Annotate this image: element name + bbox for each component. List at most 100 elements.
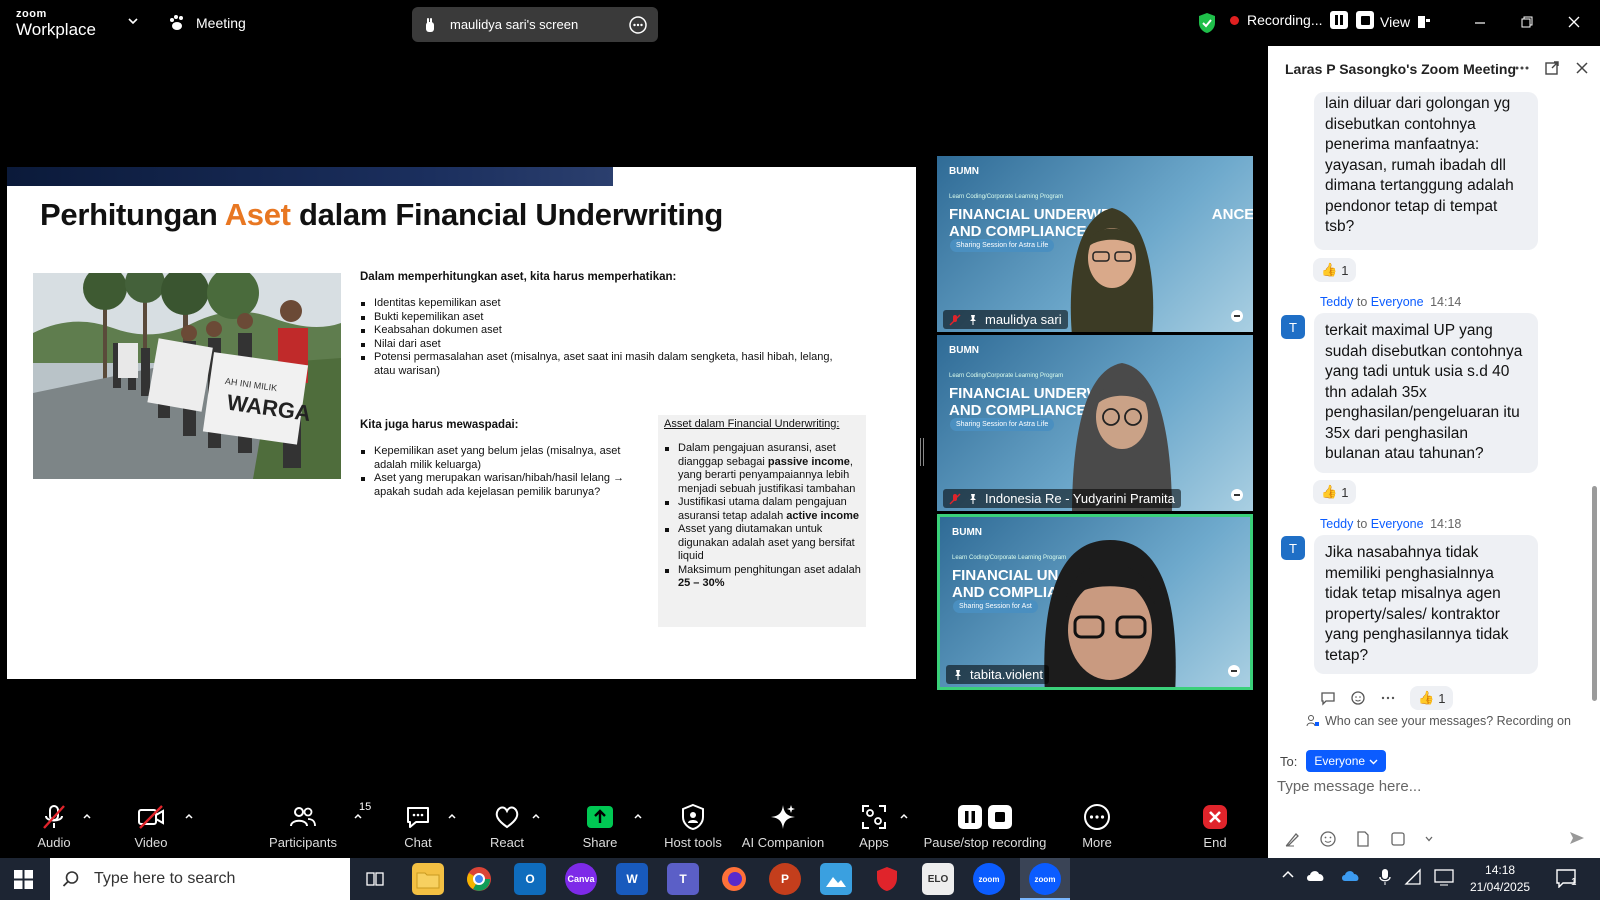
reaction-chip[interactable]: 👍 1 <box>1313 258 1357 282</box>
powerpoint-icon[interactable]: P <box>769 863 801 895</box>
recipient-row: To: Everyone <box>1280 750 1387 772</box>
host-tools-button[interactable]: Host tools <box>643 801 743 850</box>
sender-name[interactable]: Teddy <box>1320 295 1353 309</box>
more-options-icon[interactable] <box>1380 690 1396 706</box>
close-window-button[interactable] <box>1564 12 1584 32</box>
message-input[interactable] <box>1277 778 1577 795</box>
chevron-up-icon[interactable] <box>531 811 541 821</box>
chevron-up-icon[interactable] <box>633 811 643 821</box>
popout-icon[interactable] <box>1544 60 1560 76</box>
video-button[interactable]: Video <box>101 801 201 850</box>
display-icon[interactable] <box>1434 868 1454 886</box>
panel-splitter-handle[interactable] <box>920 438 924 466</box>
outlook-icon[interactable]: O <box>514 863 546 895</box>
minimize-window-button[interactable] <box>1470 12 1490 32</box>
teams-icon[interactable]: T <box>667 863 699 895</box>
tile-options-icon[interactable] <box>1228 665 1240 677</box>
chevron-up-icon[interactable] <box>899 811 909 821</box>
onedrive-business-icon[interactable] <box>1341 868 1361 882</box>
format-text-icon[interactable] <box>1284 830 1302 848</box>
video-tile-yudyarini[interactable]: BUMN Learn Coding/Corporate Learning Pro… <box>937 335 1253 511</box>
reaction-chip[interactable]: 👍 1 <box>1313 480 1357 504</box>
close-icon[interactable] <box>1574 60 1590 76</box>
view-menu[interactable]: View <box>1380 14 1431 30</box>
meeting-menu[interactable]: Meeting <box>168 14 246 32</box>
recipient-name: Everyone <box>1370 517 1424 531</box>
microphone-icon[interactable] <box>1378 868 1392 886</box>
asset-box-heading: Asset dalam Financial Underwriting: <box>664 418 840 430</box>
onedrive-personal-icon[interactable] <box>1306 868 1326 882</box>
restore-window-button[interactable] <box>1517 12 1537 32</box>
pause-stop-recording-button[interactable]: Pause/stop recording <box>920 801 1050 850</box>
photos-icon[interactable] <box>820 863 852 895</box>
audio-button[interactable]: Audio <box>4 801 104 850</box>
shield-icon <box>682 803 704 831</box>
bg-line: ANCE <box>1211 206 1253 223</box>
task-view-icon[interactable] <box>366 870 384 888</box>
people-lock-icon <box>1306 715 1319 727</box>
privacy-notice[interactable]: Who can see your messages? Recording on <box>1306 714 1571 728</box>
message-actions: 👍 1 <box>1320 686 1454 710</box>
logo-top-text: zoom <box>16 8 47 20</box>
reaction-chip[interactable]: 👍 1 <box>1410 686 1454 710</box>
security-shield-icon[interactable] <box>1197 12 1217 34</box>
send-icon[interactable] <box>1568 829 1586 847</box>
recipient-name: Everyone <box>1370 295 1424 309</box>
chevron-up-icon[interactable] <box>447 811 457 821</box>
tile-options-icon[interactable] <box>1231 489 1243 501</box>
chevron-down-icon[interactable] <box>126 14 140 28</box>
recipient-dropdown[interactable]: Everyone <box>1306 750 1387 772</box>
chat-icon <box>407 807 429 828</box>
chat-scrollbar[interactable] <box>1592 486 1597 701</box>
apps-button[interactable]: Apps <box>824 801 924 850</box>
chevron-down-icon[interactable] <box>1424 834 1434 844</box>
zoom-app-icon[interactable]: zoom <box>973 863 1005 895</box>
share-label: maulidya sari's screen <box>450 17 579 32</box>
chat-message-bubble: terkait maximal UP yang sudah disebutkan… <box>1314 313 1538 473</box>
system-clock[interactable]: 14:18 21/04/2025 <box>1470 862 1530 896</box>
network-icon[interactable] <box>1404 868 1422 886</box>
avatar[interactable]: T <box>1281 536 1305 560</box>
chat-button[interactable]: Chat <box>368 801 468 850</box>
react-button[interactable]: React <box>457 801 557 850</box>
avatar[interactable]: T <box>1281 315 1305 339</box>
more-options-icon[interactable] <box>1514 60 1530 76</box>
firefox-icon[interactable] <box>718 863 750 895</box>
stop-recording-button[interactable] <box>1356 11 1375 29</box>
video-tile-maulidya[interactable]: BUMN Learn Coding/Corporate Learning Pro… <box>937 156 1253 332</box>
canva-icon[interactable]: Canva <box>565 863 597 895</box>
share-button[interactable]: Share <box>550 801 650 850</box>
file-icon[interactable] <box>1354 830 1372 848</box>
emoji-icon[interactable] <box>1319 830 1337 848</box>
chrome-icon[interactable] <box>463 863 495 895</box>
chevron-up-icon[interactable] <box>1281 868 1295 882</box>
windows-start-icon[interactable] <box>14 870 33 889</box>
participant-figure <box>1072 363 1172 511</box>
share-indicator-pill[interactable]: maulidya sari's screen <box>412 7 658 42</box>
tile-options-icon[interactable] <box>1231 310 1243 322</box>
reply-icon[interactable] <box>1320 690 1336 706</box>
zoom-workplace-app-icon[interactable]: zoom <box>1029 863 1061 895</box>
sender-name[interactable]: Teddy <box>1320 517 1353 531</box>
list-item: Keabsahan dokumen aset <box>360 324 840 338</box>
notification-center-button[interactable]: 1 <box>1555 868 1581 890</box>
chevron-up-icon[interactable] <box>184 811 194 821</box>
add-reaction-icon[interactable] <box>1350 690 1366 706</box>
end-meeting-button[interactable]: End <box>1165 801 1265 850</box>
video-tile-tabita-active-speaker[interactable]: BUMN Learn Coding/Corporate Learning Pro… <box>937 514 1253 690</box>
chevron-up-icon[interactable] <box>353 811 363 821</box>
muted-mic-icon <box>949 493 961 504</box>
elo-app-icon[interactable]: ELO <box>922 863 954 895</box>
more-button[interactable]: More <box>1047 801 1147 850</box>
more-options-icon[interactable] <box>628 15 648 35</box>
word-icon[interactable]: W <box>616 863 648 895</box>
chevron-up-icon[interactable] <box>82 811 92 821</box>
screenshot-icon[interactable] <box>1389 830 1407 848</box>
ai-companion-button[interactable]: AI Companion <box>733 801 833 850</box>
file-explorer-icon[interactable] <box>412 863 444 895</box>
pause-recording-button[interactable] <box>1330 11 1349 29</box>
security-app-icon[interactable] <box>871 863 903 895</box>
participant-name: tabita.violent <box>970 667 1043 682</box>
taskbar-search-box[interactable]: Type here to search <box>50 858 350 900</box>
participants-button[interactable]: 15 Participants <box>253 801 371 850</box>
